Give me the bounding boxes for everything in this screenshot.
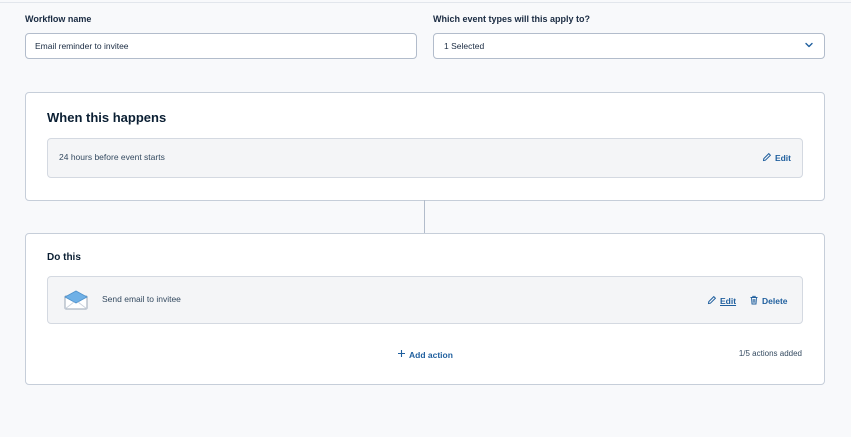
plus-icon [397,349,406,360]
trigger-condition-row: 24 hours before event starts Edit [47,138,803,178]
add-action-label: Add action [409,349,453,360]
pencil-icon [707,295,717,307]
actions-card: Do this Send email to invitee Edit Delet… [25,233,825,385]
trigger-condition-text: 24 hours before event starts [59,152,165,162]
actions-title: Do this [47,252,81,263]
event-types-selected-value: 1 Selected [444,41,485,51]
flow-connector [424,200,425,234]
action-edit-label: Edit [720,296,737,306]
action-delete-label: Delete [762,296,788,306]
trigger-edit-button[interactable]: Edit [762,152,791,164]
top-divider [0,2,851,3]
chevron-down-icon [804,40,814,52]
pencil-icon [762,152,772,164]
action-label: Send email to invitee [102,294,181,304]
envelope-icon [64,290,88,315]
action-delete-button[interactable]: Delete [749,295,788,307]
event-types-select[interactable]: 1 Selected [433,33,825,59]
workflow-name-label: Workflow name [25,14,92,24]
trigger-card: When this happens 24 hours before event … [25,92,825,201]
action-row: Send email to invitee Edit Delete [47,276,803,324]
trigger-title: When this happens [47,110,167,125]
event-types-label: Which event types will this apply to? [433,14,591,24]
trigger-edit-label: Edit [774,153,791,163]
trash-icon [749,295,759,307]
action-edit-button[interactable]: Edit [707,295,736,307]
add-action-button[interactable]: Add action [397,349,453,360]
actions-count: 1/5 actions added [738,349,802,358]
workflow-name-input[interactable] [25,33,417,59]
